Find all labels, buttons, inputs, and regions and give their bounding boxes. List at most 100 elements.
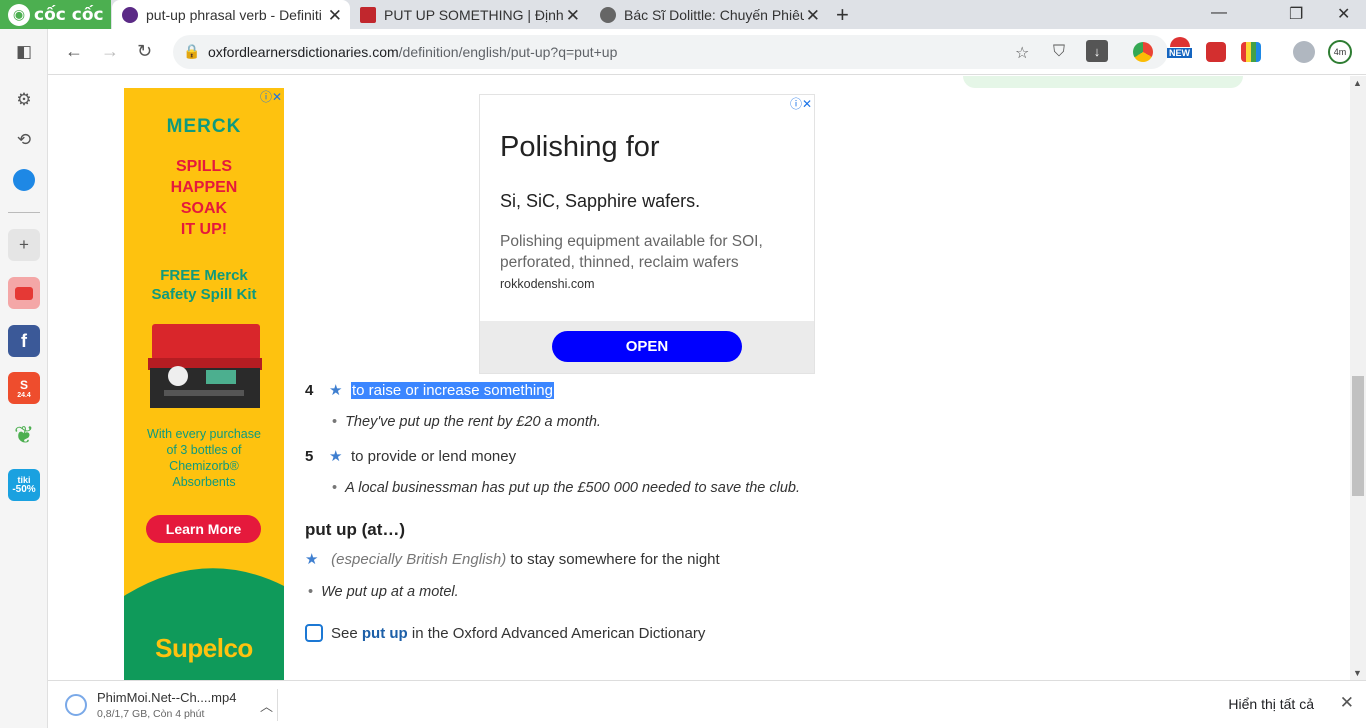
tab-cambridge[interactable]: PUT UP SOMETHING | Định n ✕ — [350, 0, 588, 29]
spill-kit-image — [148, 324, 262, 408]
phrasal-definition: to stay somewhere for the night — [510, 551, 720, 568]
page-content: ⓘ✕ MERCK SPILLS HAPPEN SOAK IT UP! FREE … — [48, 76, 1350, 680]
url-host: oxfordlearnersdictionaries.com — [208, 44, 399, 60]
example-sentence: • They've put up the rent by £20 a month. — [332, 414, 601, 430]
ad-body-line: Chemizorb® — [169, 459, 239, 473]
messenger-icon[interactable] — [8, 164, 40, 196]
bullet-icon: • — [308, 584, 314, 600]
sense-definition: to provide or lend money — [351, 447, 517, 465]
tab-oxford[interactable]: put-up phrasal verb - Definiti ✕ — [112, 0, 350, 29]
reload-icon[interactable]: ↻ — [137, 41, 152, 62]
top-banner — [963, 76, 1243, 88]
ad-body-line: With every purchase — [147, 427, 261, 441]
shield-icon[interactable]: ⛉ — [1053, 43, 1065, 61]
extension-colors-icon[interactable] — [1241, 42, 1261, 62]
close-window-icon[interactable]: ✕ — [1337, 4, 1350, 24]
close-tab-icon[interactable]: ✕ — [566, 6, 580, 26]
open-button[interactable]: OPEN — [552, 331, 742, 362]
merck-ad[interactable]: ⓘ✕ MERCK SPILLS HAPPEN SOAK IT UP! FREE … — [124, 88, 284, 680]
ad-subtitle: Si, SiC, Sapphire wafers. — [500, 191, 701, 211]
ad-footer: OPEN — [480, 321, 814, 373]
settings-gear-icon[interactable]: ⚙ — [8, 84, 40, 116]
brand-label: cốc cốc — [34, 4, 104, 25]
chevron-up-icon[interactable]: ︿ — [260, 696, 273, 715]
learn-more-button[interactable]: Learn More — [146, 515, 261, 543]
facebook-icon[interactable]: f — [8, 325, 40, 357]
tab-dolittle[interactable]: Bác Sĩ Dolittle: Chuyến Phiêu ✕ — [590, 0, 828, 29]
sense-4: 4 ★ to raise or increase something — [305, 379, 554, 401]
tab-title: put-up phrasal verb - Definiti — [146, 6, 322, 23]
bookmark-star-icon[interactable]: ☆ — [1015, 43, 1029, 63]
ad-description: Polishing equipment available for SOI, p… — [500, 233, 763, 271]
back-icon[interactable]: ← — [65, 41, 83, 62]
extension-new-icon[interactable]: NEW — [1167, 37, 1193, 61]
extension-chrome-icon[interactable] — [1133, 42, 1153, 62]
url-text[interactable]: oxfordlearnersdictionaries.com/definitio… — [208, 44, 617, 60]
example-sentence: • A local businessman has put up the £500… — [332, 480, 800, 496]
download-item[interactable]: PhimMoi.Net--Ch....mp4 0,8/1,7 GB, Còn 4… — [60, 688, 274, 722]
star-icon: ★ — [305, 551, 319, 568]
ad-body-line: of 3 bottles of — [166, 443, 242, 457]
ad-headline-line: SPILLS — [175, 158, 232, 175]
sidebar-toggle-icon[interactable]: ◧ — [8, 36, 40, 68]
close-download-bar-icon[interactable]: ✕ — [1340, 693, 1354, 713]
address-bar[interactable]: 🔒 oxfordlearnersdictionaries.com/definit… — [173, 35, 1168, 69]
tiki-discount: -50% — [12, 484, 36, 495]
scroll-down-icon[interactable]: ▼ — [1353, 668, 1362, 678]
download-file-name: PhimMoi.Net--Ch....mp4 — [97, 690, 237, 705]
show-all-button[interactable]: Hiển thị tất cả — [1228, 696, 1314, 712]
scroll-thumb[interactable] — [1352, 376, 1364, 496]
star-icon: ★ — [329, 448, 343, 465]
rokkodenshi-ad[interactable]: ⓘ✕ Polishing for Si, SiC, Sapphire wafer… — [479, 94, 815, 374]
new-badge: NEW — [1167, 48, 1192, 58]
sense-definition: to raise or increase something — [351, 381, 554, 399]
bullet-icon: • — [332, 414, 338, 430]
profile-avatar[interactable] — [1293, 41, 1315, 63]
bullet-icon: • — [332, 480, 338, 496]
forward-icon[interactable]: → — [101, 41, 119, 62]
browser-toolbar: ← → ↻ 🔒 oxfordlearnersdictionaries.com/d… — [48, 29, 1366, 75]
sidebar-divider — [8, 212, 40, 213]
example-text: We put up at a motel. — [321, 584, 459, 600]
ad-title: Polishing for — [500, 131, 660, 163]
see-also-link[interactable]: put up — [362, 625, 408, 642]
movie-favicon-icon — [600, 6, 616, 23]
url-path: /definition/english/put-up?q=put+up — [398, 44, 618, 60]
maximize-icon[interactable]: ❐ — [1289, 4, 1303, 24]
star-icon: ★ — [329, 382, 343, 399]
shopee-badge: 24.4 — [17, 391, 31, 399]
merck-logo: MERCK — [166, 116, 242, 137]
history-icon[interactable]: ⟲ — [8, 124, 40, 156]
sense-number: 4 — [305, 381, 314, 399]
ad-choices-icon[interactable]: ⓘ✕ — [790, 95, 812, 112]
shopee-icon[interactable]: S 24.4 — [8, 372, 40, 404]
download-icon[interactable]: ↓ — [1086, 40, 1108, 62]
supelco-logo: Supelco — [155, 633, 253, 663]
close-tab-icon[interactable]: ✕ — [806, 6, 820, 26]
add-app-icon[interactable]: + — [8, 229, 40, 261]
extension-red-icon[interactable] — [1206, 42, 1226, 62]
new-tab-icon[interactable]: + — [836, 2, 849, 28]
example-text: They've put up the rent by £20 a month. — [345, 414, 601, 430]
file-progress-icon — [65, 694, 87, 716]
scroll-up-icon[interactable]: ▲ — [1353, 78, 1362, 88]
ad-offer: FREE Merck Safety Spill Kit — [124, 266, 284, 304]
download-status: 0,8/1,7 GB, Còn 4 phút — [97, 708, 205, 720]
close-tab-icon[interactable]: ✕ — [328, 6, 342, 26]
ad-domain: rokkodenshi.com — [500, 277, 595, 291]
coccoc-brand-button[interactable]: ◉ cốc cốc — [0, 0, 111, 29]
timer-avatar[interactable]: 4m — [1328, 40, 1352, 64]
cambridge-favicon-icon — [360, 6, 376, 23]
coccoc-game-icon[interactable]: ❦ — [8, 419, 40, 451]
lock-icon[interactable]: 🔒 — [183, 43, 200, 60]
ad-offer-line: FREE Merck — [160, 267, 248, 284]
minimize-icon[interactable]: — — [1211, 4, 1227, 22]
tiki-icon[interactable]: tiki -50% — [8, 469, 40, 501]
page-scrollbar[interactable]: ▲ ▼ — [1350, 76, 1366, 680]
see-also-row: See put up in the Oxford Advanced Americ… — [305, 624, 705, 642]
oxford-favicon-icon — [122, 6, 138, 23]
youtube-icon[interactable] — [8, 277, 40, 309]
sense-5: 5 ★ to provide or lend money — [305, 445, 516, 467]
ad-offer-line: Safety Spill Kit — [151, 286, 257, 303]
ad-choices-icon[interactable]: ⓘ✕ — [260, 88, 282, 105]
